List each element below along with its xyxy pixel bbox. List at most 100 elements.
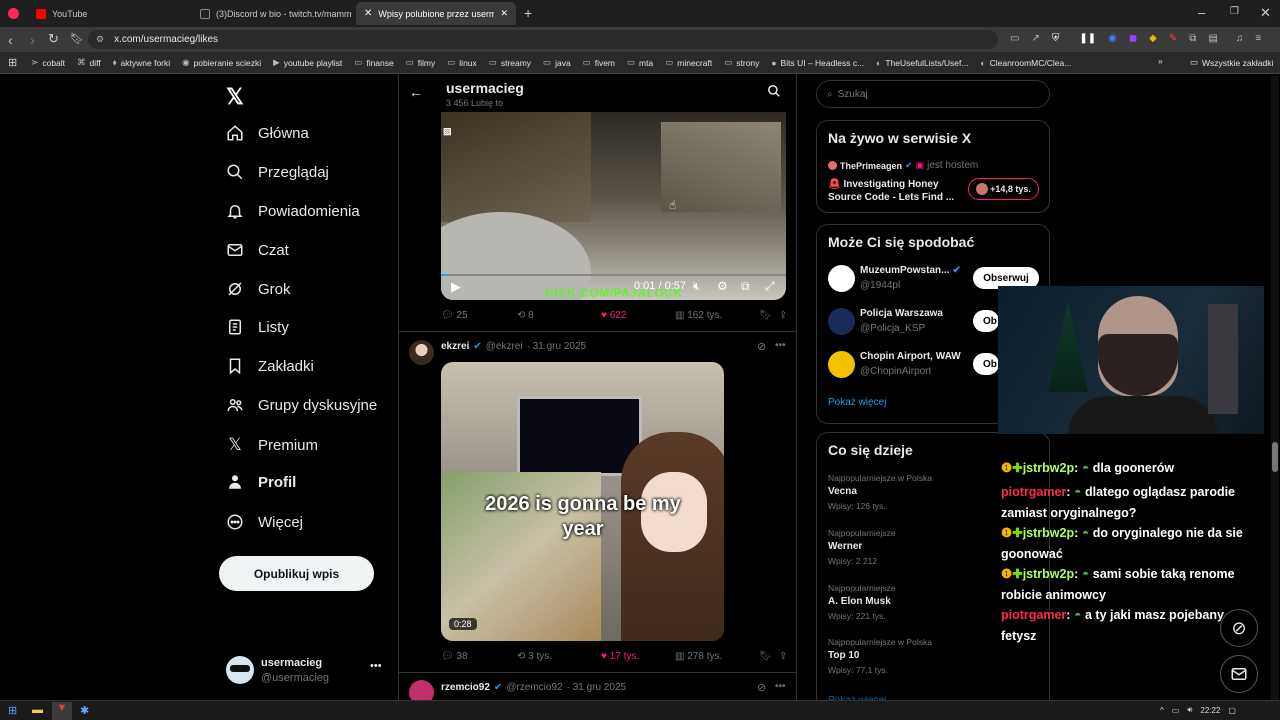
play-icon[interactable]: ▶ bbox=[451, 279, 461, 295]
back-arrow-icon[interactable]: ← bbox=[409, 84, 423, 100]
bookmark-item[interactable]: ⋗ cobalt bbox=[31, 57, 65, 68]
clock[interactable]: 22:22 bbox=[1200, 706, 1220, 715]
reply-button[interactable]: 💬︎ 25 bbox=[441, 310, 517, 321]
browser-menu-icon[interactable] bbox=[8, 8, 19, 19]
site-info-icon[interactable]: ⚙︎ bbox=[96, 34, 104, 45]
show-more-link[interactable]: Pokaż więcej bbox=[828, 397, 886, 408]
pip-icon[interactable]: ⧉ bbox=[741, 279, 750, 294]
screen-icon[interactable]: ▭ bbox=[1010, 33, 1019, 44]
views-button[interactable]: ▥ 278 tys. bbox=[675, 651, 759, 662]
nav-bookmarks[interactable]: Zakładki bbox=[226, 357, 314, 375]
bookmark-item[interactable]: ▭ finanse bbox=[354, 57, 393, 68]
close-window-icon[interactable]: ✕ bbox=[1260, 5, 1271, 21]
bookmark-item[interactable]: ▭ mta bbox=[627, 57, 653, 68]
mute-icon[interactable]: 🔇︎ bbox=[693, 279, 701, 294]
bookmark-item[interactable]: ▭ fivem bbox=[583, 57, 615, 68]
video-player[interactable]: ▨ ▶ KICK.COM/PAJALOCK 0:01 / 0:57 🔇︎ ⚙︎ … bbox=[441, 112, 786, 300]
reply-button[interactable]: 💬︎ 38 bbox=[441, 651, 517, 662]
live-space-title[interactable]: 🚨︎ Investigating Honey Source Code - Let… bbox=[828, 178, 954, 204]
nav-chat[interactable]: Czat bbox=[226, 241, 289, 259]
search-icon[interactable] bbox=[767, 84, 781, 101]
reload-icon[interactable]: ↻ bbox=[48, 31, 59, 47]
tab-twitch[interactable]: (3)Discord w bio - twitch.tv/mamm0n bbox=[192, 2, 352, 25]
all-bookmarks-folder[interactable]: ▭ Wszystkie zakładki bbox=[1190, 57, 1273, 68]
post-more-icon[interactable]: ••• bbox=[775, 681, 786, 692]
bookmark-item[interactable]: ▭ linux bbox=[447, 57, 477, 68]
shield-icon[interactable]: ⛨ bbox=[1052, 33, 1060, 44]
fullscreen-icon[interactable]: ⤢ bbox=[765, 279, 775, 294]
repost-button[interactable]: ⟲ 3 tys. bbox=[517, 651, 601, 662]
back-icon[interactable]: ‹ bbox=[8, 32, 13, 48]
follow-button[interactable]: Ob bbox=[973, 353, 999, 375]
scrollbar-thumb[interactable] bbox=[1272, 442, 1278, 472]
nav-home[interactable]: Główna bbox=[226, 124, 309, 142]
extension-red-icon[interactable]: ✎ bbox=[1169, 33, 1177, 44]
bookmark-icon[interactable]: 🔖︎ bbox=[759, 651, 779, 662]
grok-floating-button[interactable]: ⊘ bbox=[1220, 609, 1258, 647]
sidebar-icon[interactable]: ▤ bbox=[1208, 33, 1217, 44]
extensions-icon[interactable]: ⧉ bbox=[1189, 33, 1196, 44]
bookmark-item[interactable]: ◉ pobieranie sciezki bbox=[182, 57, 261, 68]
like-button[interactable]: ♥ 622 bbox=[601, 310, 675, 321]
account-switcher[interactable]: usermacieg @usermacieg ••• bbox=[226, 656, 386, 686]
bookmark-item[interactable]: ⬧ aktywne forki bbox=[113, 57, 170, 68]
extension-yellow-icon[interactable]: ◆ bbox=[1149, 33, 1157, 44]
close-tab-icon[interactable]: ✕ bbox=[500, 8, 508, 19]
tray-overflow-icon[interactable]: ^ bbox=[1160, 706, 1164, 715]
bookmark-item[interactable]: ◐ TheUsefulLists/Usef... bbox=[876, 58, 968, 68]
bookmark-item[interactable]: ● Bits UI – Headless c... bbox=[771, 58, 864, 68]
author-name[interactable]: ekzrei bbox=[441, 341, 469, 352]
vivaldi-icon[interactable]: ▼ bbox=[52, 702, 72, 720]
nav-explore[interactable]: Przeglądaj bbox=[226, 163, 329, 181]
grok-icon[interactable]: ⊘ bbox=[757, 340, 766, 353]
address-bar[interactable]: ⚙︎ x.com/usermacieg/likes bbox=[88, 30, 998, 49]
bookmark-item[interactable]: ◐ CleanroomMC/Clea... bbox=[980, 58, 1071, 68]
extension-purple-icon[interactable]: ◼ bbox=[1129, 33, 1137, 44]
share-icon[interactable]: ⇪ bbox=[779, 310, 787, 321]
post-media[interactable]: 2026 is gonna be my year 0:28 bbox=[441, 362, 724, 641]
views-button[interactable]: ▥ 162 tys. bbox=[675, 310, 759, 321]
bookmark-item[interactable]: ▭ strony bbox=[724, 57, 759, 68]
avatar[interactable] bbox=[409, 340, 434, 365]
explorer-icon[interactable]: ▬ bbox=[32, 704, 43, 716]
forward-icon[interactable]: › bbox=[30, 32, 35, 48]
nav-lists[interactable]: Listy bbox=[226, 318, 289, 336]
share-icon[interactable]: ↗ bbox=[1031, 33, 1039, 44]
minimize-icon[interactable]: – bbox=[1198, 5, 1205, 20]
bookmark-item[interactable]: ▭ minecraft bbox=[665, 57, 712, 68]
app-icon[interactable]: ✱ bbox=[80, 704, 89, 717]
bookmark-icon[interactable]: 🔖︎ bbox=[759, 310, 779, 321]
post-more-icon[interactable]: ••• bbox=[775, 340, 786, 351]
menu-icon[interactable]: ≡ bbox=[1255, 33, 1261, 44]
nav-communities[interactable]: Grupy dyskusyjne bbox=[226, 396, 377, 414]
author-name[interactable]: rzemcio92 bbox=[441, 682, 490, 693]
bookmark-item[interactable]: ▭ filmy bbox=[406, 57, 436, 68]
x-logo-icon[interactable]: 𝕏 bbox=[226, 84, 244, 110]
messages-floating-button[interactable] bbox=[1220, 655, 1258, 693]
pause-icon[interactable]: ❚❚ bbox=[1079, 33, 1096, 44]
bookmark-item[interactable]: ⌘ diff bbox=[77, 57, 101, 68]
volume-icon[interactable]: 🔊︎ bbox=[1187, 705, 1192, 715]
repost-button[interactable]: ⟲ 8 bbox=[517, 310, 601, 321]
share-icon[interactable]: ⇪ bbox=[779, 651, 787, 662]
follow-button[interactable]: Ob bbox=[973, 310, 999, 332]
restore-icon[interactable]: ❐ bbox=[1230, 6, 1239, 17]
nav-premium[interactable]: 𝕏 Premium bbox=[226, 435, 318, 455]
media-icon[interactable]: ♫ bbox=[1236, 33, 1244, 44]
notifications-icon[interactable]: ▢ bbox=[1228, 706, 1236, 715]
nav-grok[interactable]: Grok bbox=[226, 280, 291, 298]
tab-x-likes[interactable]: ✕ Wpisy polubione przez usermacie ✕ bbox=[356, 2, 516, 25]
bookmark-page-icon[interactable]: 🔖︎ bbox=[70, 32, 84, 45]
extension-blue-icon[interactable]: ◉ bbox=[1108, 33, 1117, 44]
nav-more[interactable]: Więcej bbox=[226, 513, 303, 531]
start-icon[interactable]: ⊞ bbox=[8, 704, 17, 717]
live-host[interactable]: ThePrimeagen ✔ ▣ jest hostem bbox=[828, 160, 978, 171]
search-box[interactable]: ⌕ Szukaj bbox=[816, 80, 1050, 108]
nav-profile[interactable]: Profil bbox=[226, 473, 296, 491]
scrollbar[interactable] bbox=[1271, 76, 1279, 700]
tab-youtube[interactable]: YouTube bbox=[28, 2, 188, 25]
like-button[interactable]: ♥ 17 tys. bbox=[601, 651, 675, 662]
avatar[interactable] bbox=[409, 680, 434, 700]
new-tab-button[interactable]: + bbox=[524, 5, 532, 21]
bookmarks-overflow-icon[interactable]: » bbox=[1158, 56, 1163, 66]
